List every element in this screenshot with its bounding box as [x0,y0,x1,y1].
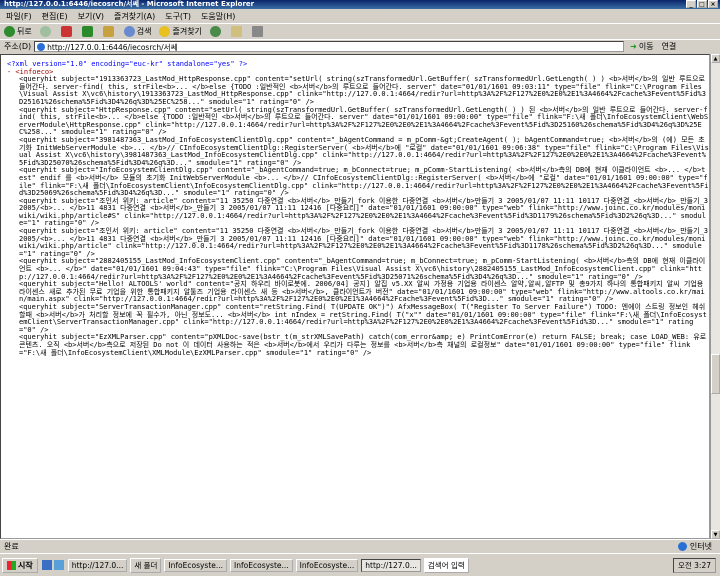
mail-button[interactable] [230,26,244,37]
favorites-button[interactable]: 즐겨찾기 [159,26,202,37]
window-titlebar[interactable]: http://127.0.0.1:6446/iecosrch/서쎄 - Micr… [0,0,720,9]
refresh-icon [81,26,93,37]
queryhit-entry: <queryhit subject="EzXMLParser.cpp" cont… [19,333,707,357]
taskbar-item[interactable]: InfoEcosyste... [164,558,228,572]
system-tray: 오전 3:27 [672,557,716,573]
home-button[interactable] [102,26,116,37]
back-button[interactable]: 뒤로 [4,26,32,37]
search-button[interactable]: 검색 [123,26,151,37]
maximize-button[interactable]: □ [697,0,707,8]
address-label: 주소(D) [4,42,32,51]
history-button[interactable] [209,26,223,37]
start-button[interactable]: 시작 [2,557,38,573]
xml-content-area[interactable]: <?xml version="1.0" encoding="euc-kr" st… [0,54,710,539]
taskbar-item-active[interactable]: http://127.0... [361,558,421,572]
menu-bar: 파일(F) 편집(E) 보기(V) 즐겨찾기(A) 도구(T) 도움말(H) [0,9,720,23]
taskbar-item[interactable]: InfoEcosyste... [230,558,293,572]
quick-launch [41,560,64,570]
taskbar-item[interactable]: 새 폴더 [130,557,162,573]
history-icon [209,26,221,37]
go-arrow-icon: ➜ [630,42,637,51]
taskbar-item[interactable]: http://127.0... [67,558,128,572]
back-arrow-icon [4,26,15,37]
queryhit-entry: <queryhit subject="조인서 위키: article" cont… [19,227,708,258]
queryhit-entry: <queryhit subject="2882405155_LastMod_In… [19,257,706,281]
go-button[interactable]: ➜ 이동 [630,41,653,52]
mail-icon [230,26,242,37]
forward-arrow-icon [39,26,51,37]
print-button[interactable] [251,26,265,37]
refresh-button[interactable] [81,26,95,37]
clock[interactable]: 오전 3:27 [678,560,711,571]
ie-launch-icon[interactable] [41,560,52,570]
internet-zone-icon [677,542,687,551]
stop-button[interactable] [60,26,74,37]
desktop-launch-icon[interactable] [53,560,64,570]
home-icon [102,26,114,37]
search-icon [123,26,135,37]
menu-edit[interactable]: 편집(E) [42,11,68,22]
menu-help[interactable]: 도움말(H) [201,11,235,22]
scroll-down-icon[interactable]: ▼ [711,530,720,539]
status-bar: 완료 인터넷 [0,539,720,553]
status-zone: 인터넷 [689,542,712,551]
queryhit-entry: <queryhit subject="InfoEcosystemClientDl… [19,166,709,198]
menu-tools[interactable]: 도구(T) [165,11,191,22]
printer-icon [251,26,263,37]
menu-favorites[interactable]: 즐겨찾기(A) [114,11,155,22]
links-button[interactable]: 연결 [662,41,677,52]
queryhit-entry: <queryhit subject="HttpResponse.cpp" con… [19,105,709,137]
queryhit-entry: <queryhit subject="조인서 위키: article" cont… [19,196,708,228]
queryhit-entry: <queryhit subject="1913363723_LastMod_Ht… [19,75,710,106]
star-icon [159,26,171,37]
scroll-thumb[interactable] [711,354,720,394]
menu-view[interactable]: 보기(V) [78,11,104,22]
taskbar-search-box[interactable]: 검색어 입력 [423,557,469,573]
status-text: 완료 [4,542,19,551]
taskbar: 시작 http://127.0... 새 폴더 InfoEcosyste... … [0,553,720,576]
windows-logo-icon [7,560,16,570]
address-url: http://127.0.0.1:6446/iecosrch/서쎄 [47,43,178,52]
menu-file[interactable]: 파일(F) [6,11,32,22]
address-input[interactable]: http://127.0.0.1:6446/iecosrch/서쎄 [34,41,625,52]
taskbar-item[interactable]: InfoEcosyste... [295,558,359,572]
address-bar: 주소(D) http://127.0.0.1:6446/iecosrch/서쎄 … [0,39,720,53]
toolbar: 뒤로 검색 즐겨찾기 [0,23,720,39]
scroll-up-icon[interactable]: ▲ [711,54,720,63]
vertical-scrollbar[interactable]: ▲ ▼ [710,54,720,539]
ie-page-icon [37,43,46,51]
queryhit-entry: <queryhit subject="Hello! ALTOOLS' world… [19,280,708,304]
queryhit-entry: <queryhit subject="3981487363_LastMod_In… [19,135,709,167]
xml-declaration: <?xml version="1.0" encoding="euc-kr" st… [7,60,248,68]
close-button[interactable]: × [708,0,718,8]
forward-button[interactable] [39,26,53,37]
window-title: http://127.0.0.1:6446/iecosrch/서쎄 - Micr… [4,0,255,8]
minimize-button[interactable]: _ [686,0,696,8]
queryhit-entry: <queryhit subject="ServerTransactionMana… [19,303,707,334]
stop-icon [60,26,72,37]
